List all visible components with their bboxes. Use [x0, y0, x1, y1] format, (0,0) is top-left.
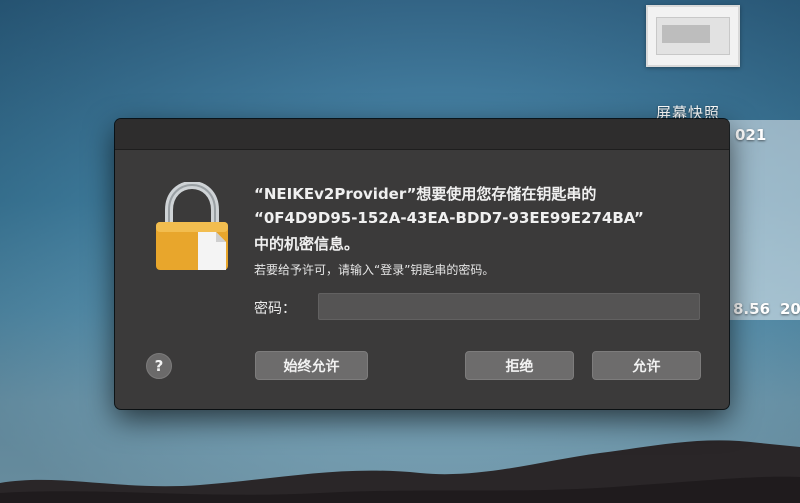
- dialog-titlebar: [115, 119, 729, 150]
- password-field[interactable]: [318, 293, 700, 320]
- message-secret-info: 中的机密信息。: [254, 235, 360, 253]
- background-text: 021: [735, 126, 767, 144]
- message-app-name: “NEIKEv2Provider”想要使用您存储在钥匙串的: [254, 185, 597, 203]
- always-allow-button[interactable]: 始终允许: [255, 351, 368, 380]
- help-button[interactable]: ?: [146, 353, 172, 379]
- deny-button[interactable]: 拒绝: [465, 351, 574, 380]
- screenshot-thumbnail-icon[interactable]: [646, 5, 740, 67]
- background-text: 8.56: [733, 300, 771, 318]
- mountain-silhouette: [0, 440, 800, 503]
- allow-button[interactable]: 允许: [592, 351, 701, 380]
- message-keychain-id: “0F4D9D95-152A-43EA-BDD7-93EE99E274BA”: [254, 209, 644, 227]
- background-window: [726, 120, 800, 320]
- password-instruction: 若要给予许可，请输入“登录”钥匙串的密码。: [254, 263, 495, 277]
- keychain-lock-icon: [156, 182, 228, 270]
- password-label: 密码：: [254, 301, 296, 317]
- background-text: 20: [780, 300, 800, 318]
- thumbnail-block: [662, 25, 710, 43]
